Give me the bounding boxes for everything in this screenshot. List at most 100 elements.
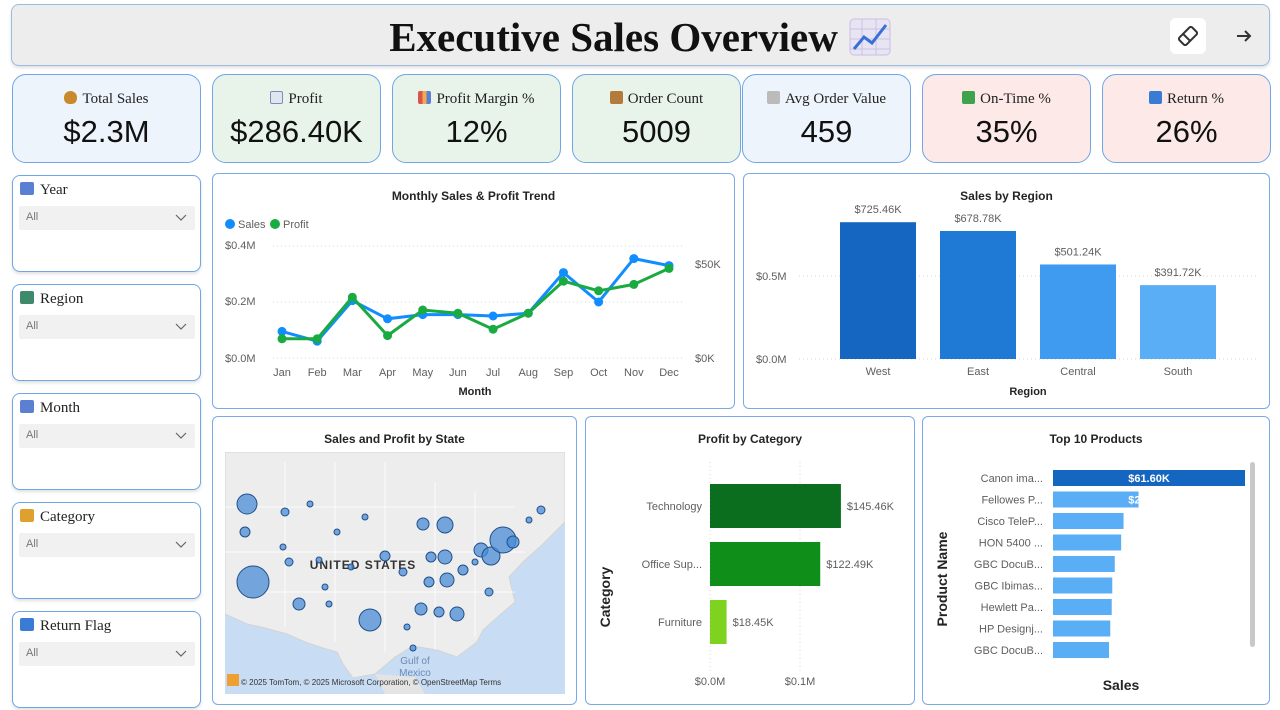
- kpi-value: 26%: [1155, 114, 1218, 149]
- kpi-label: On-Time %: [980, 91, 1051, 107]
- calendar-icon: [20, 400, 34, 413]
- data-label: $27.45K: [1128, 495, 1170, 507]
- x-tick-label: Central: [1060, 366, 1095, 378]
- y2-tick-label: $0K: [695, 353, 715, 365]
- profit-by-category-chart: Category $145.46K Technology $122.49K Offic…: [597, 462, 895, 688]
- y-tick-label: Technology: [646, 501, 702, 513]
- state-bubble: [449, 606, 465, 622]
- dropdown-value: All: [26, 538, 39, 550]
- state-bubble: [361, 513, 369, 521]
- category-bar: [710, 542, 821, 586]
- x-tick-label: Oct: [590, 367, 607, 379]
- state-bubble: [236, 493, 258, 515]
- state-bubble: [439, 572, 455, 588]
- region-dropdown[interactable]: All: [19, 315, 195, 339]
- return-flag-dropdown[interactable]: All: [19, 642, 195, 666]
- y-tick-label: $0.0M: [225, 353, 256, 365]
- state-bubble: [457, 564, 469, 576]
- us-map[interactable]: UNITED STATES Gulf of Mexico © 2025 TomT…: [225, 452, 565, 694]
- monthly-trend-panel[interactable]: Monthly Sales & Profit Trend Sales Profi…: [212, 173, 735, 409]
- data-point-profit: [312, 334, 322, 344]
- product-bar: [1053, 620, 1111, 637]
- data-point-profit: [594, 286, 604, 296]
- eraser-button[interactable]: [1170, 18, 1206, 54]
- profit-by-category-panel[interactable]: Profit by Category Category $145.46K Tech…: [585, 416, 915, 705]
- x-tick-label: $0.1M: [785, 676, 816, 688]
- data-label: $122.49K: [826, 559, 874, 571]
- x-tick-label: May: [412, 367, 433, 379]
- x-axis-title: Sales: [1103, 677, 1140, 693]
- package-icon: [609, 91, 623, 104]
- page-title: Executive Sales Overview: [12, 13, 1269, 67]
- product-bar: [1053, 534, 1122, 551]
- map-water-label: Gulf of: [400, 656, 430, 667]
- chevron-down-icon: [175, 214, 187, 221]
- series-line-profit: [282, 267, 670, 341]
- data-point-profit: [558, 276, 568, 286]
- x-tick-label: South: [1164, 366, 1193, 378]
- state-bubble: [321, 583, 329, 591]
- monthly-trend-chart: Sales Profit $0.4M $0.2M $0.0M $50K $0K …: [225, 219, 721, 398]
- sales-by-region-panel[interactable]: Sales by Region $0.5M $0.0M $725.46K West…: [743, 173, 1270, 409]
- data-label: $19.02K: [1128, 581, 1170, 593]
- scrollbar-thumb[interactable]: [1250, 462, 1255, 647]
- series-line-sales: [281, 256, 670, 343]
- data-point-profit: [277, 334, 287, 344]
- legend-profit-marker: [270, 219, 280, 229]
- chevron-down-icon: [175, 650, 187, 657]
- bar-chart-icon: [418, 91, 432, 104]
- state-bubble: [358, 608, 382, 632]
- state-bubble: [437, 549, 453, 565]
- calendar-icon: [20, 182, 34, 195]
- x-tick-label: $0.0M: [695, 676, 726, 688]
- legend-sales-label: Sales: [238, 219, 266, 231]
- kpi-profit: Profit $286.40K: [212, 74, 381, 163]
- category-dropdown[interactable]: All: [19, 533, 195, 557]
- year-dropdown[interactable]: All: [19, 206, 195, 230]
- slicer-return-flag: Return Flag All: [12, 611, 201, 708]
- kpi-order-count: Order Count 5009: [572, 74, 741, 163]
- data-point-profit: [523, 308, 533, 318]
- product-label: GBC DocuB...: [974, 645, 1043, 657]
- y-tick-label: $0.5M: [756, 271, 787, 283]
- data-label: $725.46K: [854, 204, 902, 216]
- data-point-sales: [383, 314, 393, 324]
- state-bubble: [425, 551, 437, 563]
- state-bubble: [423, 576, 435, 588]
- slicer-title: Category: [40, 509, 95, 525]
- kpi-label: Order Count: [627, 91, 704, 107]
- y-tick-label: Furniture: [658, 617, 702, 629]
- state-bubble: [398, 567, 408, 577]
- x-axis-title: Region: [1009, 386, 1047, 398]
- kpi-avg-order-value: Avg Order Value 459: [742, 74, 911, 163]
- state-map-panel[interactable]: Sales and Profit by State UNITED STATES …: [212, 416, 577, 705]
- data-label: $61.60K: [1128, 473, 1170, 485]
- chevron-down-icon: [175, 541, 187, 548]
- month-dropdown[interactable]: All: [19, 424, 195, 448]
- data-point-profit: [347, 292, 357, 302]
- map-attribution[interactable]: © 2025 TomTom, © 2025 Microsoft Corporat…: [241, 678, 501, 687]
- category-bar: [710, 600, 727, 644]
- data-point-sales: [558, 268, 568, 278]
- legend-profit-label: Profit: [283, 219, 309, 231]
- data-label: $18.84K: [1128, 602, 1170, 614]
- y-tick-label: $0.4M: [225, 240, 256, 252]
- next-page-button[interactable]: [1226, 18, 1262, 54]
- state-bubble: [279, 543, 287, 551]
- state-bubble: [284, 557, 294, 567]
- product-bar: [1053, 491, 1139, 508]
- top-products-panel[interactable]: Top 10 Products Product Name Canon ima..…: [922, 416, 1270, 705]
- state-bubble: [333, 528, 341, 536]
- state-bubble: [414, 602, 428, 616]
- data-point-profit: [418, 305, 428, 315]
- chart-up-icon: [270, 91, 284, 104]
- chart-title: Sales and Profit by State: [324, 432, 465, 446]
- dropdown-value: All: [26, 429, 39, 441]
- state-bubble: [436, 516, 454, 534]
- chart-increasing-icon: [848, 17, 892, 67]
- state-bubble: [433, 606, 445, 618]
- data-label: $17.97K: [1128, 645, 1170, 657]
- region-bar: [1040, 264, 1116, 359]
- kpi-value: $2.3M: [63, 114, 150, 149]
- product-bar: [1053, 642, 1110, 658]
